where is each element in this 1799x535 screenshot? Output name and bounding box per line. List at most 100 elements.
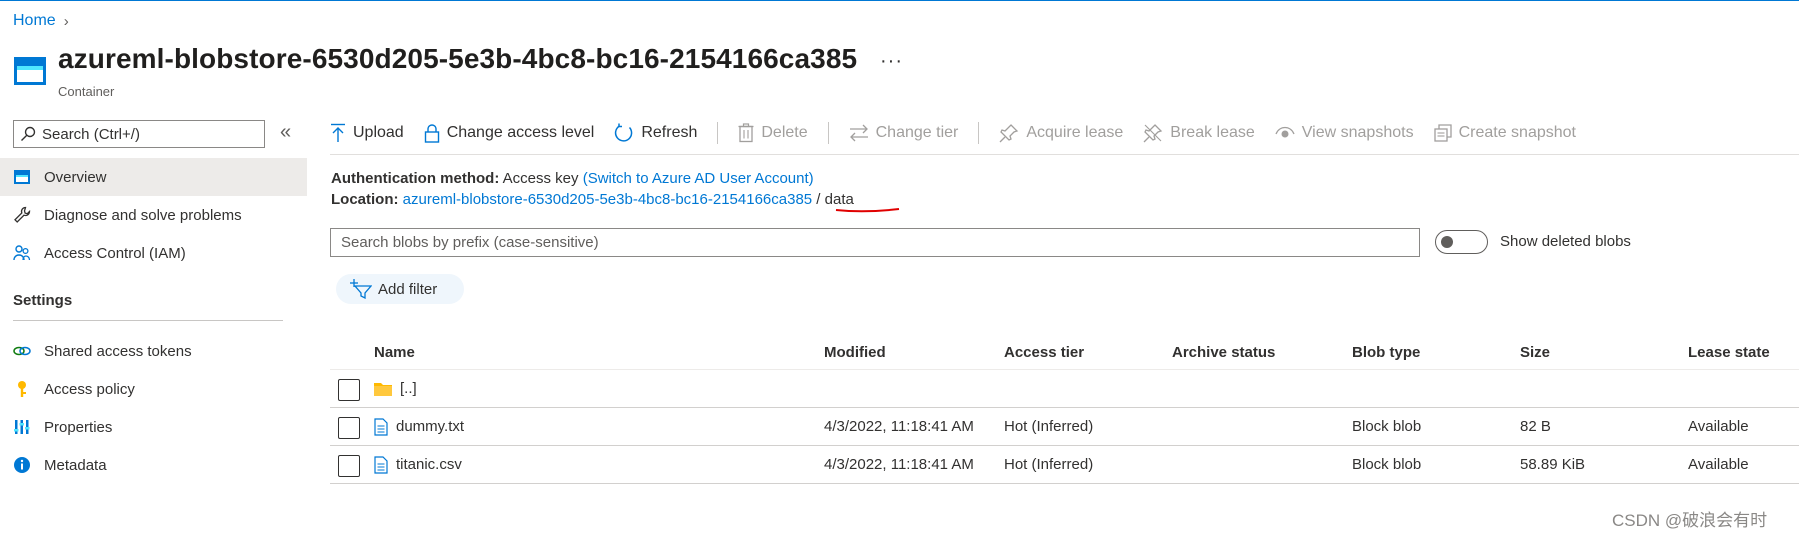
add-filter-button[interactable]: Add filter — [336, 274, 464, 304]
location-container-link[interactable]: azureml-blobstore-6530d205-5e3b-4bc8-bc1… — [403, 191, 812, 208]
parent-folder-link[interactable]: [..] — [400, 380, 417, 397]
modified-cell: 4/3/2022, 11:18:41 AM — [824, 456, 974, 473]
command-bar: Upload Change access level Refresh Delet… — [330, 120, 1596, 146]
breadcrumb: Home › — [13, 12, 69, 30]
sidebar-item-label: Metadata — [44, 456, 107, 474]
file-icon — [374, 417, 388, 436]
search-icon — [21, 126, 36, 141]
toolbar-separator — [827, 122, 829, 144]
toolbar-divider — [330, 154, 1799, 155]
sidebar-item-label: Properties — [44, 418, 113, 436]
red-underline-annotation — [835, 208, 900, 213]
change-access-level-label: Change access level — [446, 124, 595, 141]
sidebar-item-label: Access policy — [44, 380, 135, 398]
change-tier-label: Change tier — [875, 124, 959, 141]
watermark: CSDN @破浪会有时 — [1612, 511, 1768, 530]
refresh-button[interactable]: Refresh — [614, 123, 697, 143]
sidebar-item-iam[interactable]: Access Control (IAM) — [0, 234, 307, 272]
sidebar-search-input[interactable] — [42, 125, 242, 143]
overview-icon — [12, 167, 32, 187]
upload-label: Upload — [353, 124, 404, 141]
toggle-knob — [1441, 236, 1453, 248]
sidebar-item-overview[interactable]: Overview — [0, 158, 307, 196]
sidebar-item-label: Access Control (IAM) — [44, 244, 186, 262]
sidebar-item-shared-access-tokens[interactable]: Shared access tokens — [0, 332, 307, 370]
lease-state-cell: Available — [1688, 456, 1749, 473]
size-cell: 58.89 KiB — [1520, 456, 1586, 473]
blob-search-field[interactable] — [330, 228, 1420, 257]
collapse-sidebar-icon[interactable]: « — [280, 121, 291, 144]
breadcrumb-home-link[interactable]: Home — [13, 12, 56, 30]
column-header-access-tier[interactable]: Access tier — [1004, 336, 1084, 369]
view-snapshots-button[interactable]: View snapshots — [1275, 124, 1414, 142]
blob-name-link[interactable]: titanic.csv — [396, 456, 462, 473]
trash-icon — [738, 123, 754, 143]
resource-type-label: Container — [58, 84, 115, 99]
column-header-size[interactable]: Size — [1520, 336, 1550, 369]
sidebar-item-access-policy[interactable]: Access policy — [0, 370, 307, 408]
row-checkbox[interactable] — [338, 455, 360, 477]
refresh-icon — [615, 123, 633, 142]
change-access-level-button[interactable]: Change access level — [424, 123, 595, 143]
link-icon — [12, 341, 32, 361]
table-row[interactable]: titanic.csv 4/3/2022, 11:18:41 AM Hot (I… — [330, 446, 1799, 484]
sidebar-item-label: Shared access tokens — [44, 342, 192, 360]
column-header-modified[interactable]: Modified — [824, 336, 886, 369]
size-cell: 82 B — [1520, 418, 1551, 435]
sidebar-item-metadata[interactable]: Metadata — [0, 446, 307, 484]
create-snapshot-label: Create snapshot — [1458, 124, 1576, 141]
top-accent-line — [0, 0, 1799, 1]
properties-icon — [12, 417, 32, 437]
break-lease-label: Break lease — [1170, 124, 1255, 141]
acquire-lease-button[interactable]: Acquire lease — [999, 123, 1123, 143]
column-header-lease-state[interactable]: Lease state — [1688, 336, 1770, 369]
column-header-archive-status[interactable]: Archive status — [1172, 336, 1275, 369]
sidebar-item-properties[interactable]: Properties — [0, 408, 307, 446]
breadcrumb-chevron-icon: › — [63, 12, 69, 30]
name-cell: titanic.csv — [374, 446, 462, 483]
auth-method-value: Access key — [502, 170, 579, 187]
row-checkbox[interactable] — [338, 379, 360, 401]
delete-button[interactable]: Delete — [738, 123, 808, 143]
change-tier-button[interactable]: Change tier — [849, 124, 959, 142]
access-tier-cell: Hot (Inferred) — [1004, 418, 1094, 435]
show-deleted-blobs-toggle[interactable] — [1435, 230, 1488, 254]
upload-icon — [331, 123, 345, 142]
pin-icon — [999, 124, 1019, 143]
acquire-lease-label: Acquire lease — [1026, 124, 1124, 141]
location-line: Location: azureml-blobstore-6530d205-5e3… — [331, 191, 854, 208]
column-header-name[interactable]: Name — [374, 336, 415, 369]
table-row[interactable]: [..] — [330, 370, 1799, 408]
blob-type-cell: Block blob — [1352, 418, 1422, 435]
table-row[interactable]: dummy.txt 4/3/2022, 11:18:41 AM Hot (Inf… — [330, 408, 1799, 446]
delete-label: Delete — [761, 124, 808, 141]
blob-search-input[interactable] — [341, 234, 1419, 251]
name-cell: dummy.txt — [374, 408, 464, 445]
blob-name-link[interactable]: dummy.txt — [396, 418, 464, 435]
toolbar-separator — [978, 122, 980, 144]
unpin-icon — [1143, 124, 1163, 143]
create-snapshot-button[interactable]: Create snapshot — [1433, 124, 1576, 142]
location-folder: data — [824, 191, 854, 208]
page-title: azureml-blobstore-6530d205-5e3b-4bc8-bc1… — [58, 43, 858, 74]
location-separator: / — [816, 191, 821, 208]
toolbar-separator — [717, 122, 719, 144]
sidebar-search-field[interactable] — [13, 120, 265, 148]
view-snapshots-label: View snapshots — [1301, 124, 1414, 141]
file-icon — [374, 455, 388, 474]
lease-state-cell: Available — [1688, 418, 1749, 435]
break-lease-button[interactable]: Break lease — [1143, 123, 1255, 143]
eye-icon — [1275, 126, 1295, 138]
row-checkbox[interactable] — [338, 417, 360, 439]
more-options-icon[interactable]: ··· — [880, 50, 903, 73]
switch-auth-link[interactable]: (Switch to Azure AD User Account) — [583, 170, 814, 187]
authentication-method-line: Authentication method: Access key (Switc… — [331, 170, 814, 187]
sidebar-item-label: Overview — [44, 168, 107, 186]
storage-container-icon — [14, 57, 46, 85]
key-icon — [12, 379, 32, 399]
column-header-blob-type[interactable]: Blob type — [1352, 336, 1420, 369]
location-label: Location: — [331, 191, 399, 208]
upload-button[interactable]: Upload — [330, 123, 404, 143]
sidebar-item-diagnose[interactable]: Diagnose and solve problems — [0, 196, 307, 234]
modified-cell: 4/3/2022, 11:18:41 AM — [824, 418, 974, 435]
